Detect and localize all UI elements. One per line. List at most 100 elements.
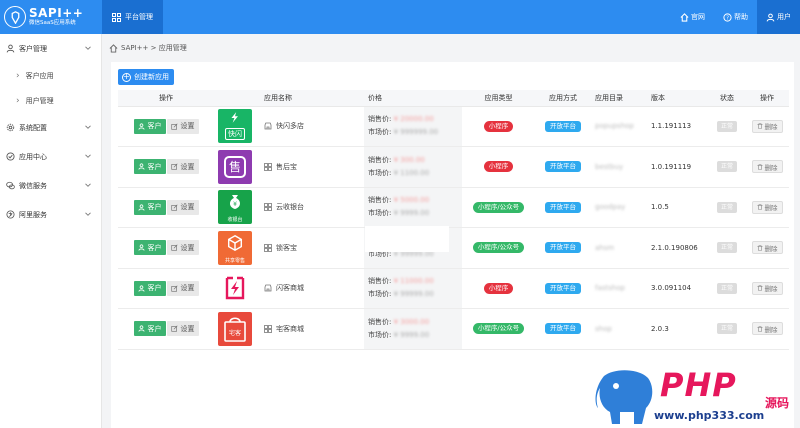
app-name: 快闪多店 — [276, 122, 304, 131]
sidebar-item-system-config[interactable]: 系统配置 — [0, 113, 101, 142]
sidebar-item-ali-service[interactable]: 阿里服务 — [0, 200, 101, 229]
status-badge[interactable]: 正常 — [716, 323, 737, 335]
sale-price: ¥ 3000.00 — [393, 317, 430, 326]
app-dir: bestbuy — [595, 162, 624, 171]
customer-button[interactable]: 客户 — [133, 159, 166, 175]
nav-official-site[interactable]: 官网 — [671, 0, 714, 34]
gear-icon — [6, 123, 15, 132]
settings-button[interactable]: 设置 — [166, 159, 199, 175]
col-header: 应用目录 — [591, 90, 647, 107]
delete-button[interactable]: 删除 — [751, 241, 783, 255]
sidebar-item-app-center[interactable]: 应用中心 — [0, 142, 101, 171]
grid-icon — [112, 12, 121, 22]
app-icon-cell: 共享零售 — [214, 227, 260, 269]
breadcrumb: SAPI++ > 应用管理 — [103, 34, 800, 62]
col-header — [214, 90, 260, 107]
row-actions: 客户 设置 — [118, 146, 214, 188]
status-cell: 正常 — [709, 187, 745, 228]
app-version: 2.1.0.190806 — [651, 243, 698, 252]
table-row: 客户 设置 快闪 快闪多店 销售价: ¥ 20000.00 市场价: ¥ 999999.0… — [118, 106, 789, 147]
app-type-badge: 小程序/公众号 — [472, 323, 525, 335]
delete-cell: 删除 — [745, 146, 789, 188]
app-type-cell: 小程序/公众号 — [462, 308, 535, 350]
shop-icon — [264, 162, 272, 171]
top-bar: SAPI++ 微信SaaS应用系统 平台管理 官网 ? 帮助 用户 — [0, 0, 800, 34]
market-price: ¥ 999999.00 — [393, 128, 439, 137]
chevron-right-icon: › — [16, 70, 20, 81]
status-badge[interactable]: 正常 — [716, 120, 737, 132]
customer-button[interactable]: 客户 — [133, 199, 166, 215]
app-dir: shop — [595, 324, 612, 333]
price-cell: 销售价: ¥ 20000.00 市场价: ¥ 999999.00 — [364, 106, 462, 147]
table-row: 客户设置共享零售锁客宝销售价: ¥ 23000.00市场价: ¥ 99999.0… — [118, 227, 789, 269]
col-header: 版本 — [647, 90, 709, 107]
chevron-right-icon: › — [16, 95, 20, 106]
app-type-cell: 小程序/公众号 — [462, 187, 535, 228]
edit-icon — [170, 163, 178, 170]
sidebar-sub-user-management[interactable]: › 用户管理 — [0, 88, 101, 113]
delete-button[interactable]: 删除 — [751, 281, 783, 295]
sidebar-sub-customer-apps[interactable]: › 客户应用 — [0, 63, 101, 88]
chevron-down-icon — [85, 212, 91, 216]
grid-icon — [264, 324, 272, 333]
settings-button[interactable]: 设置 — [166, 240, 199, 256]
app-name: 云收银台 — [276, 203, 304, 212]
watermark-suffix: 源码 — [765, 396, 790, 410]
brand-title: SAPI++ — [29, 6, 84, 21]
delete-button[interactable]: 删除 — [751, 322, 783, 336]
customer-button[interactable]: 客户 — [133, 321, 166, 337]
app-dir-cell: ahsm — [591, 227, 647, 269]
app-name-cell: 快闪多店 — [260, 106, 364, 147]
status-badge[interactable]: 正常 — [716, 282, 737, 294]
app-mode-badge: 开放平台 — [545, 282, 581, 294]
sidebar-item-wechat-service[interactable]: 微信服务 — [0, 171, 101, 200]
trash-icon — [757, 325, 762, 332]
app-icon-text: 售 — [224, 155, 246, 178]
status-badge[interactable]: 正常 — [716, 242, 737, 254]
app-version: 3.0.091104 — [651, 284, 692, 293]
customer-button[interactable]: 客户 — [133, 280, 166, 296]
settings-button[interactable]: 设置 — [166, 118, 199, 134]
price-cell: 销售价: ¥ 5000.00 市场价: ¥ 9999.00 — [364, 187, 462, 228]
market-price: ¥ 9999.00 — [393, 209, 430, 218]
settings-button[interactable]: 设置 — [166, 199, 199, 215]
customer-button[interactable]: 客户 — [133, 118, 166, 134]
edit-icon — [170, 204, 178, 211]
nav-help[interactable]: ? 帮助 — [714, 0, 757, 34]
app-name: 闪客商城 — [276, 284, 304, 293]
app-mode-cell: 开放平台 — [535, 268, 591, 309]
price-cell: 销售价: ¥ 3000.00 市场价: ¥ 9999.00 — [364, 308, 462, 350]
row-actions: 客户 设置 — [118, 268, 214, 309]
nav-user[interactable]: 用户 — [757, 0, 800, 34]
logo-icon — [4, 6, 26, 28]
trash-icon — [757, 285, 762, 292]
help-icon: ? — [723, 12, 732, 22]
delete-button[interactable]: 删除 — [751, 200, 783, 214]
delete-button[interactable]: 删除 — [751, 160, 783, 174]
breadcrumb-root[interactable]: SAPI++ — [121, 44, 148, 52]
app-version: 1.1.191113 — [651, 122, 692, 131]
status-badge[interactable]: 正常 — [716, 161, 737, 173]
app-name: 售后宝 — [276, 162, 297, 171]
trash-icon — [757, 244, 762, 251]
app-icon-cell: ¥ 收银台 — [214, 187, 260, 228]
user-icon — [766, 13, 775, 22]
settings-button[interactable]: 设置 — [166, 280, 199, 296]
brand[interactable]: SAPI++ 微信SaaS应用系统 — [0, 0, 102, 34]
app-dir-cell: goodpay — [591, 187, 647, 228]
customer-button[interactable]: 客户 — [133, 240, 166, 256]
chevron-down-icon — [85, 46, 91, 50]
version-cell: 1.0.5 — [647, 187, 709, 228]
grid-icon — [264, 203, 272, 212]
app-name-cell: 锁客宝 — [260, 227, 364, 269]
app-name-cell: 云收银台 — [260, 187, 364, 228]
delete-button[interactable]: 删除 — [751, 119, 783, 133]
status-cell: 正常 — [709, 106, 745, 147]
row-actions: 客户 设置 — [118, 187, 214, 228]
app-version: 1.0.191119 — [651, 162, 692, 171]
sidebar-item-customer-management[interactable]: 客户管理 — [0, 34, 101, 63]
create-app-button[interactable]: + 创建新应用 — [118, 69, 174, 85]
nav-platform-management[interactable]: 平台管理 — [102, 0, 163, 34]
status-badge[interactable]: 正常 — [716, 201, 737, 213]
settings-button[interactable]: 设置 — [166, 321, 199, 337]
